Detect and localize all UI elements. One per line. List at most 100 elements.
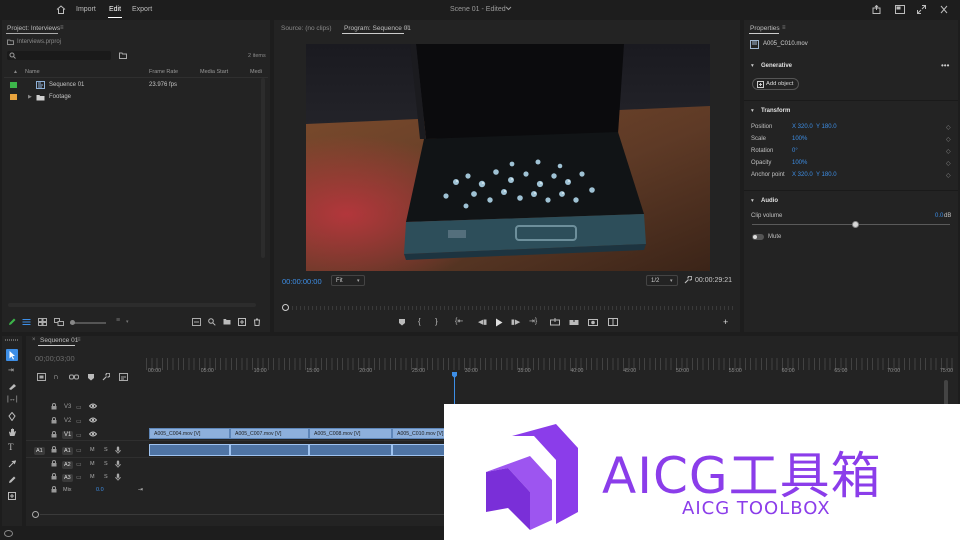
eye-icon[interactable] [89,403,97,409]
freeform-view-icon[interactable] [54,318,64,326]
chevron-down-icon[interactable]: ▾ [751,63,754,69]
new-bin-icon[interactable] [223,318,231,325]
scrub-playhead[interactable] [282,304,289,311]
sort-icons-icon[interactable]: ≡ [116,317,120,324]
mix-value[interactable]: 0.0 [96,487,104,493]
keyframe-icon[interactable]: ◇ [946,136,951,143]
properties-title[interactable]: Properties [750,25,780,32]
tab-program[interactable]: Program: Sequence 01 [344,25,411,32]
scale-value[interactable]: 100% [792,136,807,142]
panel-menu-icon[interactable]: ≡ [60,25,64,31]
type-tool-icon[interactable]: T [8,442,14,452]
keyframe-icon[interactable]: ◇ [946,172,951,179]
sync-lock-icon[interactable]: ▭ [76,432,82,439]
add-button-icon[interactable]: + [723,317,728,327]
timeline-zoom-scrollbar[interactable] [32,511,452,518]
sync-lock-icon[interactable]: ▭ [76,404,82,411]
lock-icon[interactable] [51,460,57,467]
selection-tool[interactable] [6,349,18,361]
sync-lock-icon[interactable]: ▭ [76,461,82,468]
hand-tool-icon[interactable] [8,428,17,437]
go-to-out-icon[interactable]: ⇥} [529,317,537,325]
eyedropper-icon[interactable] [8,460,16,468]
pencil-icon[interactable] [8,318,16,326]
keyframe-icon[interactable]: ◇ [946,124,951,131]
mark-out-icon[interactable]: } [435,317,438,326]
close-icon[interactable]: × [32,337,36,343]
timeline-zoom-handle[interactable] [32,511,39,518]
section-generative[interactable]: Generative [761,63,792,69]
solo-track-icon[interactable]: S [104,474,108,480]
step-forward-icon[interactable]: ▮▶ [511,318,520,326]
label-color-swatch[interactable] [10,94,17,100]
menu-export[interactable]: Export [132,6,152,13]
mark-in-icon[interactable]: { [418,317,421,326]
overwrite-icon[interactable] [569,318,579,326]
chevron-down-icon[interactable] [505,6,512,11]
audio-clip[interactable] [309,444,392,456]
track-label-v1[interactable]: V1 [62,431,74,439]
pen-tool-icon[interactable] [8,412,16,421]
lock-icon[interactable] [51,431,57,438]
keyframe-icon[interactable]: ◇ [946,160,951,167]
resolution-dropdown[interactable]: 1/2 ▾ [646,275,678,286]
lock-icon[interactable] [51,473,57,480]
section-audio[interactable]: Audio [761,198,778,204]
list-item[interactable]: Sequence 01 23.976 fps [4,80,262,91]
label-color-swatch[interactable] [10,82,17,88]
document-title[interactable]: Scene 01 - Edited [450,6,506,13]
frame-tool-icon[interactable] [8,492,16,500]
track-label-a3[interactable]: A3 [62,474,73,482]
share-icon[interactable] [872,5,881,14]
workspace-icon[interactable] [895,5,905,14]
position-y-value[interactable]: Y 180.0 [816,124,837,130]
clip-volume-slider[interactable] [752,221,950,228]
pencil-tool-icon[interactable] [8,476,16,484]
more-options-icon[interactable]: ••• [941,61,949,70]
menu-edit[interactable]: Edit [109,6,121,13]
add-marker-icon[interactable] [398,318,406,326]
overflow-menu-icon[interactable] [940,5,948,14]
home-icon[interactable] [56,5,66,14]
linked-selection-icon[interactable] [69,373,79,381]
video-clip[interactable]: A005_C004.mov [V] [149,428,230,439]
track-label-v2[interactable]: V2 [64,418,71,424]
microphone-icon[interactable] [115,460,121,468]
opacity-value[interactable]: 100% [792,160,807,166]
new-bin-icon[interactable] [119,52,127,59]
sync-lock-icon[interactable]: ▭ [76,447,82,454]
anchor-y-value[interactable]: Y 180.0 [816,172,837,178]
section-transform[interactable]: Transform [761,108,790,114]
project-vertical-scrollbar[interactable] [261,78,265,258]
timeline-timecode[interactable]: 00;00;03;00 [35,354,75,363]
sync-lock-icon[interactable]: ▭ [76,474,82,481]
source-patch-a1[interactable]: A1 [34,447,45,455]
column-frame-rate[interactable]: Frame Rate [149,69,178,75]
audio-clip[interactable] [149,444,230,456]
program-scrub-bar[interactable] [282,304,734,312]
solo-track-icon[interactable]: S [104,447,108,453]
panel-menu-icon[interactable]: ≡ [782,25,786,31]
go-to-end-icon[interactable]: ⇥ [138,486,143,493]
column-name[interactable]: Name [25,69,40,75]
eye-icon[interactable] [89,431,97,437]
keyframe-icon[interactable]: ◇ [946,148,951,155]
ripple-edit-icon[interactable] [8,382,17,390]
microphone-icon[interactable] [115,446,121,454]
program-timecode[interactable]: 00:00:00:00 [282,277,322,286]
insert-icon[interactable] [550,318,560,326]
sort-icon[interactable]: ▲ [13,69,18,75]
wrench-icon[interactable] [102,373,110,381]
video-clip[interactable]: A005_C008.mov [V] [309,428,392,439]
clear-icon[interactable] [253,318,261,326]
menu-import[interactable]: Import [76,6,96,13]
go-to-in-icon[interactable]: {⇤ [455,317,463,325]
project-panel-title[interactable]: Project: Interviews [7,25,60,32]
slip-tool-icon[interactable]: |↔| [7,396,18,403]
lock-icon[interactable] [51,403,57,410]
mute-toggle[interactable] [752,234,764,240]
timeline-ruler[interactable] [146,358,954,370]
play-icon[interactable] [495,318,503,327]
snap-icon[interactable]: ∩ [53,372,59,381]
new-item-icon[interactable] [238,318,246,326]
